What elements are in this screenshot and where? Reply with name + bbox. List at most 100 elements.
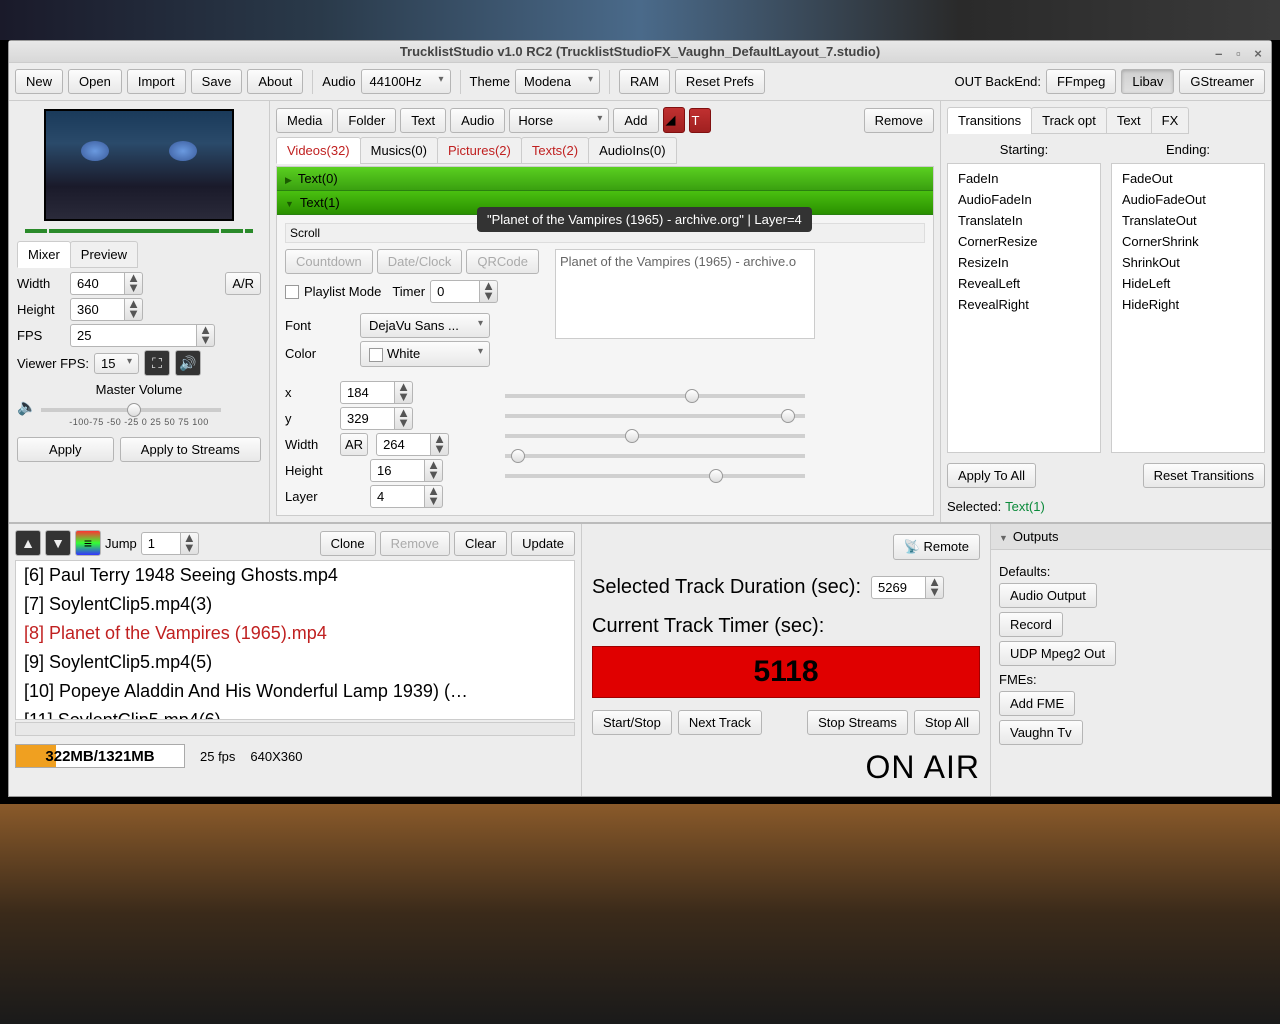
maximize-icon[interactable]: ▫ bbox=[1230, 43, 1246, 59]
qr-button[interactable]: QRCode bbox=[466, 249, 539, 274]
layer-text0[interactable]: Text(0) bbox=[277, 167, 933, 191]
remove-button[interactable]: Remove bbox=[864, 108, 934, 133]
trans-item[interactable]: AudioFadeOut bbox=[1116, 189, 1260, 210]
audio-button[interactable]: Audio bbox=[450, 108, 505, 133]
reset-prefs-button[interactable]: Reset Prefs bbox=[675, 69, 765, 94]
videos-tab[interactable]: Videos(32) bbox=[276, 137, 361, 164]
viewerfps-select[interactable]: 15 bbox=[94, 353, 139, 374]
width-spinner[interactable]: ▲▼ bbox=[70, 272, 143, 295]
audio-select[interactable]: 44100Hz bbox=[361, 69, 451, 94]
udp-button[interactable]: UDP Mpeg2 Out bbox=[999, 641, 1116, 666]
ending-list[interactable]: FadeOutAudioFadeOutTranslateOutCornerShr… bbox=[1111, 163, 1265, 453]
trans-item[interactable]: HideLeft bbox=[1116, 273, 1260, 294]
preview-tab[interactable]: Preview bbox=[70, 241, 138, 268]
new-button[interactable]: New bbox=[15, 69, 63, 94]
text-content[interactable]: Planet of the Vampires (1965) - archive.… bbox=[555, 249, 815, 339]
jump-spinner[interactable]: ▲▼ bbox=[141, 532, 199, 555]
trans-item[interactable]: AudioFadeIn bbox=[952, 189, 1096, 210]
gstreamer-button[interactable]: GStreamer bbox=[1179, 69, 1265, 94]
audioins-tab[interactable]: AudioIns(0) bbox=[588, 137, 676, 164]
color1-button[interactable]: ◢ bbox=[663, 107, 685, 133]
playlist-item[interactable]: [8] Planet of the Vampires (1965).mp4 bbox=[16, 619, 574, 648]
trans-item[interactable]: RevealRight bbox=[952, 294, 1096, 315]
font-select[interactable]: DejaVu Sans ... bbox=[360, 313, 490, 338]
media-button[interactable]: Media bbox=[276, 108, 333, 133]
apply-streams-button[interactable]: Apply to Streams bbox=[120, 437, 261, 462]
playlist-item[interactable]: [11] SoylentClip5.mp4(6) bbox=[16, 706, 574, 720]
playlist-item[interactable]: [9] SoylentClip5.mp4(5) bbox=[16, 648, 574, 677]
y-spinner[interactable]: ▲▼ bbox=[340, 407, 413, 430]
trans-item[interactable]: CornerShrink bbox=[1116, 231, 1260, 252]
w-spinner[interactable]: ▲▼ bbox=[376, 433, 449, 456]
about-button[interactable]: About bbox=[247, 69, 303, 94]
trans-item[interactable]: ShrinkOut bbox=[1116, 252, 1260, 273]
ffmpeg-button[interactable]: FFmpeg bbox=[1046, 69, 1116, 94]
add-button[interactable]: Add bbox=[613, 108, 658, 133]
trans-item[interactable]: CornerResize bbox=[952, 231, 1096, 252]
speaker-icon[interactable]: 🔊 bbox=[175, 350, 201, 376]
x-spinner[interactable]: ▲▼ bbox=[340, 381, 413, 404]
mixer-tab[interactable]: Mixer bbox=[17, 241, 71, 268]
vaughn-button[interactable]: Vaughn Tv bbox=[999, 720, 1083, 745]
open-button[interactable]: Open bbox=[68, 69, 122, 94]
layer-spinner[interactable]: ▲▼ bbox=[370, 485, 443, 508]
ar-button[interactable]: A/R bbox=[225, 272, 261, 295]
apply-all-button[interactable]: Apply To All bbox=[947, 463, 1036, 488]
ram-button[interactable]: RAM bbox=[619, 69, 670, 94]
volume-slider[interactable] bbox=[41, 408, 221, 412]
animal-select[interactable]: Horse bbox=[509, 108, 609, 133]
clone-button[interactable]: Clone bbox=[320, 531, 376, 556]
text-button[interactable]: Text bbox=[400, 108, 446, 133]
timer-spinner[interactable]: ▲▼ bbox=[430, 280, 498, 303]
h-slider[interactable] bbox=[505, 454, 805, 458]
pictures-tab[interactable]: Pictures(2) bbox=[437, 137, 522, 164]
ar-btn2[interactable]: AR bbox=[340, 433, 368, 456]
reset-trans-button[interactable]: Reset Transitions bbox=[1143, 463, 1265, 488]
save-button[interactable]: Save bbox=[191, 69, 243, 94]
trackopt-tab[interactable]: Track opt bbox=[1031, 107, 1107, 134]
trans-item[interactable]: FadeIn bbox=[952, 168, 1096, 189]
minimize-icon[interactable]: – bbox=[1211, 43, 1227, 59]
close-icon[interactable]: × bbox=[1250, 43, 1266, 59]
text-tab[interactable]: Text bbox=[1106, 107, 1152, 134]
pl-remove-button[interactable]: Remove bbox=[380, 531, 450, 556]
fullscreen-icon[interactable]: ⛶ bbox=[144, 350, 170, 376]
record-button[interactable]: Record bbox=[999, 612, 1063, 637]
rainbow-icon[interactable]: ≡ bbox=[75, 530, 101, 556]
trans-item[interactable]: RevealLeft bbox=[952, 273, 1096, 294]
folder-button[interactable]: Folder bbox=[337, 108, 396, 133]
layer-slider[interactable] bbox=[505, 474, 805, 478]
playlist-mode-check[interactable] bbox=[285, 285, 299, 299]
playlist[interactable]: [6] Paul Terry 1948 Seeing Ghosts.mp4[7]… bbox=[15, 560, 575, 720]
addfme-button[interactable]: Add FME bbox=[999, 691, 1075, 716]
trans-item[interactable]: TranslateIn bbox=[952, 210, 1096, 231]
remote-button[interactable]: 📡 Remote bbox=[893, 534, 980, 560]
import-button[interactable]: Import bbox=[127, 69, 186, 94]
x-slider[interactable] bbox=[505, 394, 805, 398]
trans-item[interactable]: ResizeIn bbox=[952, 252, 1096, 273]
playlist-item[interactable]: [10] Popeye Aladdin And His Wonderful La… bbox=[16, 677, 574, 706]
audio-output-button[interactable]: Audio Output bbox=[999, 583, 1097, 608]
trans-item[interactable]: HideRight bbox=[1116, 294, 1260, 315]
stopstreams-button[interactable]: Stop Streams bbox=[807, 710, 908, 735]
color-select[interactable]: White bbox=[360, 341, 490, 367]
libav-button[interactable]: Libav bbox=[1121, 69, 1174, 94]
y-slider[interactable] bbox=[505, 414, 805, 418]
next-button[interactable]: Next Track bbox=[678, 710, 762, 735]
musics-tab[interactable]: Musics(0) bbox=[360, 137, 438, 164]
stopall-button[interactable]: Stop All bbox=[914, 710, 980, 735]
outputs-header[interactable]: Outputs bbox=[991, 524, 1271, 550]
h-spinner[interactable]: ▲▼ bbox=[370, 459, 443, 482]
playlist-item[interactable]: [6] Paul Terry 1948 Seeing Ghosts.mp4 bbox=[16, 561, 574, 590]
trans-item[interactable]: FadeOut bbox=[1116, 168, 1260, 189]
up-icon[interactable]: ▲ bbox=[15, 530, 41, 556]
date-button[interactable]: Date/Clock bbox=[377, 249, 463, 274]
startstop-button[interactable]: Start/Stop bbox=[592, 710, 672, 735]
theme-select[interactable]: Modena bbox=[515, 69, 600, 94]
apply-button[interactable]: Apply bbox=[17, 437, 114, 462]
fps-spinner[interactable]: ▲▼ bbox=[70, 324, 215, 347]
update-button[interactable]: Update bbox=[511, 531, 575, 556]
playlist-item[interactable]: [7] SoylentClip5.mp4(3) bbox=[16, 590, 574, 619]
duration-spinner[interactable]: ▲▼ bbox=[871, 576, 944, 599]
texts-tab[interactable]: Texts(2) bbox=[521, 137, 589, 164]
